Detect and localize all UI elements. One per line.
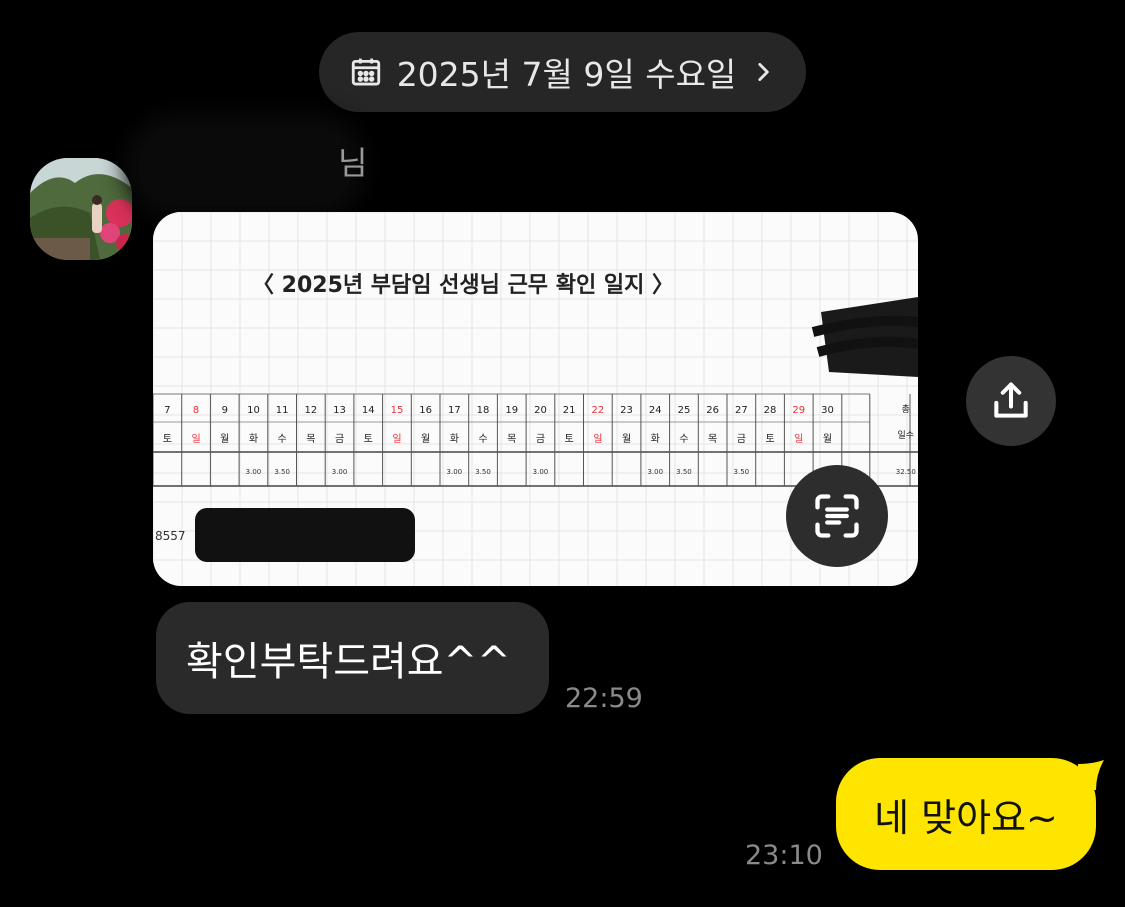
sent-time: 23:10 [745,840,823,871]
footer-number: 8557 [155,529,186,543]
sender-avatar[interactable] [30,158,132,260]
day-number: 11 [276,405,289,416]
hours-value: 3.50 [676,468,692,476]
weekday-label: 목 [708,433,717,445]
day-number: 30 [821,405,834,416]
weekday-label: 금 [737,433,746,445]
received-message[interactable]: 확인부탁드려요^^ [156,602,549,714]
weekday-label: 수 [679,433,688,445]
day-number: 15 [391,405,404,416]
weekday-label: 수 [478,433,487,445]
day-number: 22 [591,405,604,416]
hours-value: 3.00 [447,468,463,476]
weekday-label: 월 [622,433,631,445]
hours-value: 3.50 [734,468,750,476]
day-number: 14 [362,405,375,416]
hours-value: 3.00 [533,468,549,476]
day-number: 9 [222,405,228,416]
sender-name-suffix: 님 [338,144,368,182]
weekday-label: 수 [278,433,287,445]
weekday-label: 월 [220,433,229,445]
day-number: 24 [649,405,662,416]
weekday-label: 화 [651,433,660,445]
chevron-right-icon [758,63,770,81]
weekday-label: 금 [335,433,344,445]
share-icon [994,382,1028,418]
day-number: 26 [706,405,719,416]
date-header[interactable]: 2025년 7월 9일 수요일 [319,32,806,112]
received-message-text: 확인부탁드려요^^ [186,639,511,685]
weekday-label: 금 [536,433,545,445]
sent-message-text: 네 맞아요~ [874,795,1058,840]
day-number: 10 [247,405,260,416]
date-label: 2025년 7월 9일 수요일 [396,55,737,94]
redaction-mark [138,126,353,206]
hours-value: 3.00 [647,468,663,476]
weekday-label: 목 [306,433,315,445]
received-time: 22:59 [565,683,643,714]
day-number: 12 [304,405,317,416]
weekday-label: 월 [823,433,832,445]
weekday-label: 토 [765,434,774,445]
redaction-mark [821,297,918,377]
total-header: 총 [902,404,910,415]
weekday-label: 화 [249,433,258,445]
day-number: 17 [448,405,461,416]
day-number: 21 [563,405,576,416]
weekday-label: 화 [450,433,459,445]
document-title: 〈 2025년 부담임 선생님 근무 확인 일지 〉 [252,273,674,298]
day-number: 19 [505,405,518,416]
day-number: 28 [764,405,777,416]
share-button[interactable] [966,356,1056,446]
day-number: 7 [164,405,170,416]
weekday-label: 일 [794,433,803,445]
sent-message[interactable]: 네 맞아요~ [836,758,1096,870]
calendar-icon [351,58,380,86]
text-scan-button[interactable] [786,465,888,567]
weekday-label: 토 [364,434,373,445]
hours-value: 3.00 [246,468,262,476]
weekday-label: 목 [507,433,516,445]
hours-value: 3.50 [475,468,491,476]
day-number: 13 [333,405,346,416]
total-value: 32.50 [896,468,916,476]
weekday-label: 토 [163,434,172,445]
day-number: 16 [419,405,432,416]
total-header: 일수 [898,430,915,441]
text-scan-icon [815,494,859,538]
hours-value: 3.00 [332,468,348,476]
sender-name: 님 [138,118,408,208]
day-number: 27 [735,405,748,416]
weekday-label: 월 [421,433,430,445]
day-number: 23 [620,405,633,416]
day-number: 18 [477,405,490,416]
redaction-mark [195,508,415,562]
weekday-label: 일 [392,433,401,445]
weekday-label: 일 [191,433,200,445]
weekday-label: 토 [565,434,574,445]
day-number: 25 [678,405,691,416]
day-number: 20 [534,405,547,416]
day-number: 8 [193,405,199,416]
weekday-label: 일 [593,433,602,445]
avatar-photo [30,158,132,260]
hours-value: 3.50 [274,468,290,476]
day-number: 29 [792,405,805,416]
